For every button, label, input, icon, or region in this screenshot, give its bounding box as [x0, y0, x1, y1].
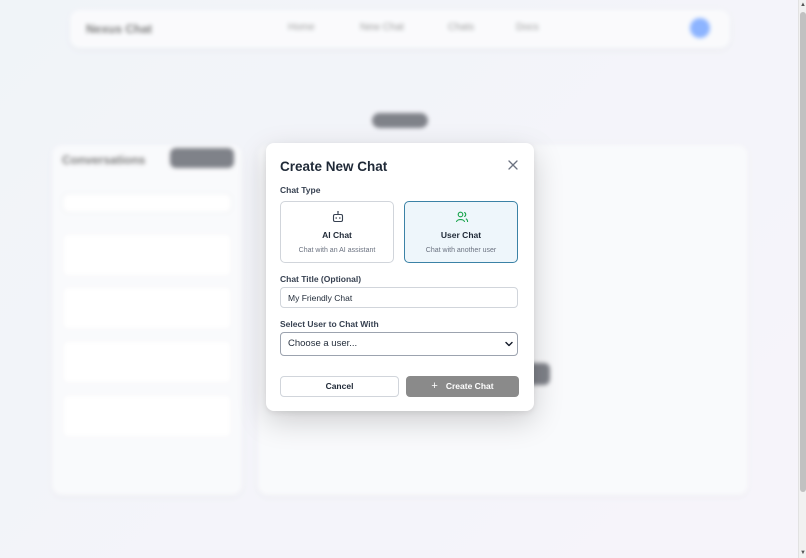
- close-icon: [508, 160, 518, 170]
- user-chat-name: User Chat: [440, 230, 482, 240]
- scroll-down-arrow-icon[interactable]: ▼: [799, 548, 806, 558]
- scrollbar[interactable]: ▲ ▼: [798, 0, 806, 558]
- close-button[interactable]: [506, 158, 520, 172]
- ai-chat-description: Chat with an AI assistant: [298, 247, 376, 254]
- select-user-label: Select User to Chat With: [280, 319, 379, 329]
- chat-title-label: Chat Title (Optional): [280, 274, 362, 284]
- chat-title-input[interactable]: [280, 287, 518, 308]
- create-chat-button[interactable]: + Create Chat: [406, 376, 519, 397]
- user-chat-description: Chat with another user: [425, 247, 497, 254]
- ai-chat-name: AI Chat: [322, 230, 352, 240]
- plus-icon: +: [431, 380, 438, 392]
- user-select[interactable]: Choose a user...: [280, 332, 518, 356]
- user-select-value: Choose a user...: [288, 338, 358, 349]
- ai-chat-option[interactable]: AI Chat Chat with an AI assistant: [280, 201, 394, 263]
- user-chat-option[interactable]: User Chat Chat with another user: [404, 201, 518, 263]
- bot-icon: [332, 211, 344, 223]
- create-chat-label: Create Chat: [445, 381, 494, 391]
- scroll-up-arrow-icon[interactable]: ▲: [799, 0, 806, 10]
- chevron-down-icon: [505, 341, 513, 347]
- scroll-thumb[interactable]: [800, 12, 806, 492]
- users-icon: [455, 211, 469, 223]
- chat-type-label: Chat Type: [280, 185, 321, 195]
- dialog-title: Create New Chat: [280, 159, 388, 174]
- create-chat-dialog: Create New Chat Chat Type AI Chat Chat w…: [266, 143, 534, 411]
- cancel-button[interactable]: Cancel: [280, 376, 399, 397]
